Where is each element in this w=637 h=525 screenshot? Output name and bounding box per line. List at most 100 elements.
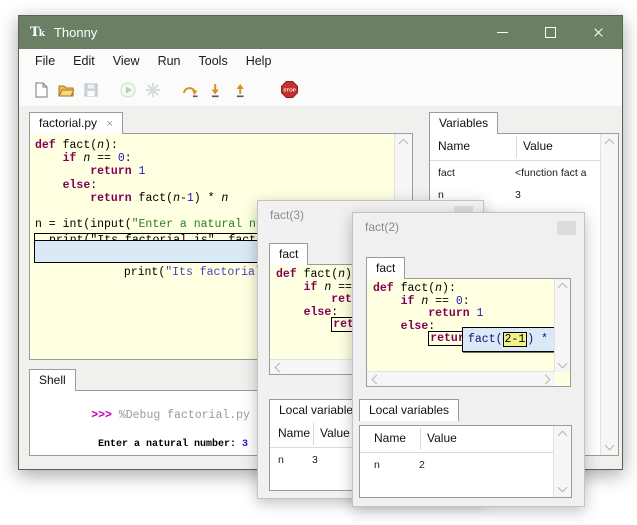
new-file-button[interactable] xyxy=(30,79,52,101)
variable-value: 2 xyxy=(419,459,425,471)
maximize-icon xyxy=(544,27,556,38)
shell-tab-label: Shell xyxy=(39,373,66,387)
run-script-button[interactable] xyxy=(117,79,139,101)
fact-tab-label: fact xyxy=(376,261,396,275)
call-window-title: fact(2) xyxy=(365,220,400,234)
scroll-down-icon[interactable] xyxy=(604,440,615,451)
variable-row[interactable]: fact <function fact a xyxy=(430,162,618,184)
scroll-up-icon[interactable] xyxy=(557,430,568,441)
fact2-locals-panel: Name Value n 2 xyxy=(359,425,572,498)
call-window-title: fact(3) xyxy=(270,208,305,222)
column-value[interactable]: Value xyxy=(320,426,350,440)
scroll-up-icon[interactable] xyxy=(557,282,568,293)
scroll-down-icon[interactable] xyxy=(557,482,568,493)
step-over-icon xyxy=(183,86,198,97)
column-separator xyxy=(516,136,517,158)
fact-tab-label: fact xyxy=(279,247,299,261)
fact2-code-bg: def fact(n): if n == 0: return 1 else: r… xyxy=(367,279,555,372)
tab-close-icon[interactable]: × xyxy=(106,118,112,130)
save-icon xyxy=(84,83,98,96)
tab-variables[interactable]: Variables xyxy=(429,112,499,134)
close-button[interactable] xyxy=(574,16,622,49)
new-file-icon xyxy=(35,82,48,97)
fact2-code: def fact(n): if n == 0: return 1 else: xyxy=(373,282,484,333)
menubar: File Edit View Run Tools Help xyxy=(19,49,622,73)
tab-fact[interactable]: fact xyxy=(269,243,309,265)
variable-name: n xyxy=(278,454,284,466)
close-icon xyxy=(593,27,604,38)
step-into-icon xyxy=(211,83,219,97)
shell-stdout: Enter a natural number: xyxy=(98,439,243,450)
tab-shell[interactable]: Shell xyxy=(29,369,76,391)
tab-fact[interactable]: fact xyxy=(366,257,406,279)
variable-value: 3 xyxy=(312,454,318,466)
shell-prompt: >>> xyxy=(91,409,112,422)
tab-local-variables[interactable]: Local variables xyxy=(359,399,460,421)
fact2-eval-box: fact(2-1) * n xyxy=(462,327,562,352)
fact2-return-line: return xyxy=(373,331,474,347)
svg-text:STOP: STOP xyxy=(283,88,296,93)
column-name[interactable]: Name xyxy=(374,431,406,445)
tab-factorial-py[interactable]: factorial.py × xyxy=(29,112,123,134)
fact2-code-hscrollbar[interactable] xyxy=(367,371,555,386)
scroll-up-icon[interactable] xyxy=(604,138,615,149)
menu-item[interactable]: View xyxy=(104,51,149,71)
locals-header: Name Value xyxy=(360,426,571,453)
step-out-icon xyxy=(236,83,244,97)
run-icon xyxy=(120,82,136,97)
column-separator xyxy=(420,428,421,450)
minimize-button[interactable] xyxy=(478,16,526,49)
stop-button[interactable]: STOP xyxy=(278,79,300,101)
column-name[interactable]: Name xyxy=(438,139,470,153)
menu-item[interactable]: Run xyxy=(149,51,190,71)
scroll-down-icon[interactable] xyxy=(557,358,568,369)
scroll-left-icon[interactable] xyxy=(274,362,285,373)
scroll-right-icon[interactable] xyxy=(540,374,551,385)
variable-name: n xyxy=(374,459,380,471)
locals-rows: n 2 xyxy=(366,454,571,497)
window-controls xyxy=(478,16,622,49)
locals-tab-label: Local variables xyxy=(279,403,360,417)
fact2-locals-scrollbar[interactable] xyxy=(553,426,571,497)
step-into-button[interactable] xyxy=(204,79,226,101)
shell-stdin-echo: 3 xyxy=(242,439,249,450)
desktop: Tk Thonny FileEditViewRunToolsHelp xyxy=(0,0,637,525)
fact2-code-vscrollbar[interactable] xyxy=(554,279,570,372)
toolbar: STOP xyxy=(19,73,622,106)
open-file-button[interactable] xyxy=(55,79,77,101)
menu-item[interactable]: File xyxy=(26,51,64,71)
debug-script-button[interactable] xyxy=(142,79,164,101)
stop-icon: STOP xyxy=(280,81,298,98)
menu-item[interactable]: Edit xyxy=(64,51,104,71)
editor-tab-label: factorial.py xyxy=(39,116,98,130)
variable-row[interactable]: n 2 xyxy=(366,454,571,476)
open-folder-icon xyxy=(58,85,74,96)
scroll-up-icon[interactable] xyxy=(398,138,409,149)
variables-header: Name Value xyxy=(430,134,618,161)
column-name[interactable]: Name xyxy=(278,426,310,440)
locals-tab-label: Local variables xyxy=(369,403,450,417)
menu-item[interactable]: Help xyxy=(237,51,281,71)
save-file-button[interactable] xyxy=(80,79,102,101)
step-out-button[interactable] xyxy=(229,79,251,101)
variables-tab-label: Variables xyxy=(439,116,489,130)
menu-item[interactable]: Tools xyxy=(190,51,237,71)
variable-name: fact xyxy=(438,167,455,179)
titlebar[interactable]: Tk Thonny xyxy=(19,16,622,49)
window-title: Thonny xyxy=(53,25,98,40)
column-value[interactable]: Value xyxy=(427,431,457,445)
column-value[interactable]: Value xyxy=(523,139,553,153)
variables-scrollbar[interactable] xyxy=(600,134,618,455)
shell-command: %Debug factorial.py xyxy=(111,409,250,422)
step-over-button[interactable] xyxy=(179,79,201,101)
maximize-button[interactable] xyxy=(526,16,574,49)
fact2-code-area[interactable]: def fact(n): if n == 0: return 1 else: r… xyxy=(366,278,571,387)
debug-icon xyxy=(146,82,160,97)
window-button[interactable] xyxy=(557,221,576,235)
scroll-left-icon[interactable] xyxy=(371,374,382,385)
variable-value: 3 xyxy=(515,189,521,201)
thonny-logo-icon: Tk xyxy=(30,25,45,40)
column-separator xyxy=(313,423,314,445)
call-window-fact2: fact(2) fact def fact(n): if n == 0: ret… xyxy=(352,212,585,507)
shell-io-line: Enter a natural number: 3 xyxy=(50,428,248,461)
